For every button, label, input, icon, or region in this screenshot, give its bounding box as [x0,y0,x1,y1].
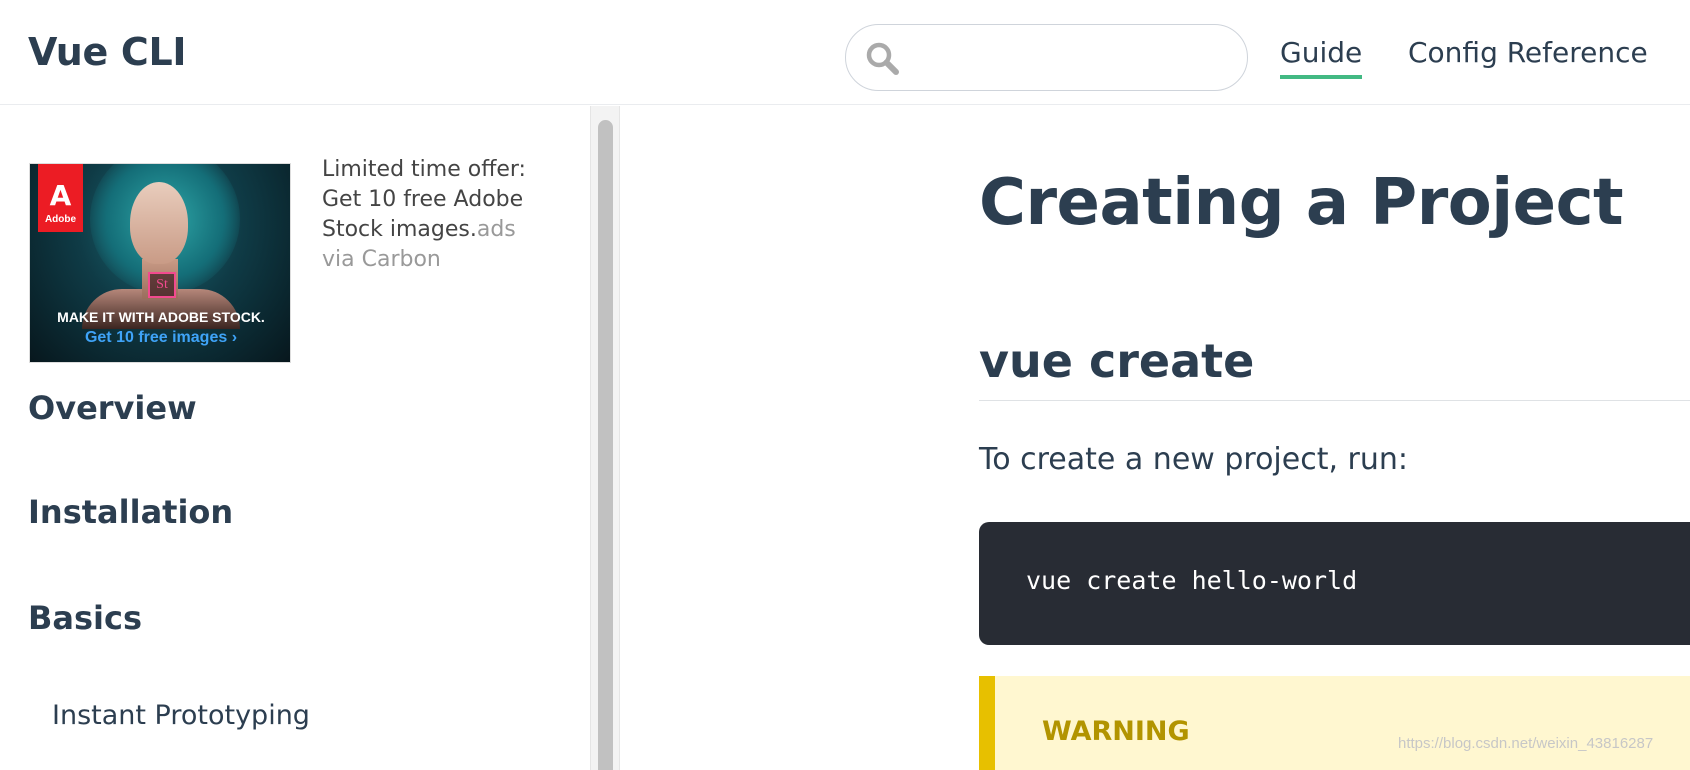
nav-link-guide[interactable]: Guide [1280,36,1363,79]
carbon-ad-text[interactable]: Limited time offer: Get 10 free Adobe St… [322,155,552,275]
sidebar-heading-overview[interactable]: Overview [28,389,197,427]
ad-cta: Get 10 free images › [84,329,238,346]
sidebar-heading-basics[interactable]: Basics [28,599,142,637]
nav-link-config-reference[interactable]: Config Reference [1408,36,1648,69]
code-command: vue create hello-world [1026,566,1358,595]
adobe-logo-text: Adobe [44,214,77,225]
sidebar: A Adobe St MAKE IT WITH ADOBE STOCK. Get… [0,106,590,770]
search-input[interactable] [912,35,1232,81]
scrollbar-thumb[interactable] [598,120,613,770]
site-title[interactable]: Vue CLI [28,30,187,74]
ad-tagline: MAKE IT WITH ADOBE STOCK. [57,309,265,325]
watermark: https://blog.csdn.net/weixin_43816287 [1398,735,1654,752]
adobe-stock-badge: St [148,272,176,298]
main-content: Creating a Project vue create To create … [621,106,1690,770]
adobe-logo-icon: A Adobe [38,164,83,232]
top-navbar: Vue CLI Guide Config Reference [0,0,1690,105]
heading-divider [979,400,1690,401]
sidebar-heading-installation[interactable]: Installation [28,493,233,531]
ad-face-shape [130,182,188,264]
section-heading-vue-create: vue create [979,334,1255,388]
carbon-ad-image[interactable]: A Adobe St MAKE IT WITH ADOBE STOCK. Get… [29,163,291,363]
search-box[interactable] [845,24,1248,91]
warning-title: WARNING [1042,716,1190,747]
warning-callout: WARNING [979,676,1690,770]
page-title: Creating a Project [979,166,1624,240]
sidebar-item-instant-prototyping[interactable]: Instant Prototyping [52,700,310,731]
adobe-logo-glyph: A [49,179,72,212]
search-icon [866,42,900,76]
sidebar-scrollbar[interactable] [590,106,620,770]
code-block: vue create hello-world [979,522,1690,645]
intro-paragraph: To create a new project, run: [979,442,1409,477]
